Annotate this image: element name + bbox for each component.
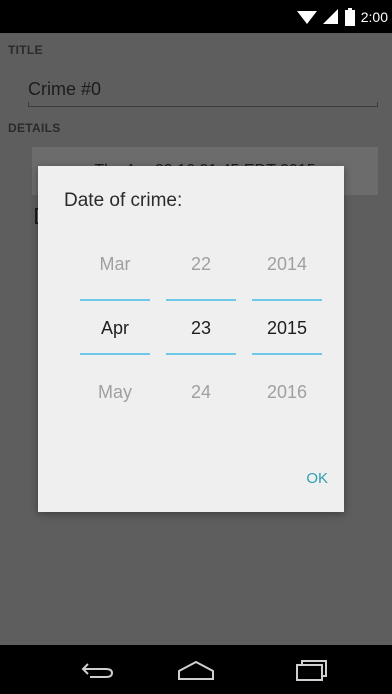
year-next-value[interactable]: 2016 <box>252 382 322 403</box>
back-icon[interactable] <box>58 645 138 694</box>
day-next-value[interactable]: 24 <box>166 382 236 403</box>
title-field-underline <box>28 102 378 107</box>
ok-button[interactable]: OK <box>300 468 334 489</box>
year-selected-value[interactable]: 2015 <box>252 318 322 339</box>
year-divider-top <box>252 299 322 301</box>
status-bar: 2:00 <box>0 0 392 33</box>
month-divider-bottom <box>80 353 150 355</box>
day-divider-top <box>166 299 236 301</box>
day-prev-value[interactable]: 22 <box>166 254 236 275</box>
status-time: 2:00 <box>360 8 388 25</box>
recents-icon[interactable] <box>272 645 352 694</box>
year-prev-value[interactable]: 2014 <box>252 254 322 275</box>
status-icons: 2:00 <box>296 0 392 33</box>
month-picker[interactable]: Mar Apr May <box>80 166 150 512</box>
navigation-bar <box>0 645 392 694</box>
wifi-icon <box>296 9 317 25</box>
month-selected-value[interactable]: Apr <box>80 318 150 339</box>
month-prev-value[interactable]: Mar <box>80 254 150 275</box>
day-picker[interactable]: 22 23 24 <box>166 166 236 512</box>
signal-icon <box>322 8 339 25</box>
year-divider-bottom <box>252 353 322 355</box>
day-selected-value[interactable]: 23 <box>166 318 236 339</box>
date-picker-dialog: Date of crime: Mar Apr May 22 23 24 2014… <box>38 166 344 512</box>
details-section-label: DETAILS <box>8 121 61 135</box>
battery-icon <box>344 7 355 26</box>
year-picker[interactable]: 2014 2015 2016 <box>252 166 322 512</box>
home-icon[interactable] <box>156 645 236 694</box>
title-section-label: TITLE <box>8 43 43 57</box>
month-next-value[interactable]: May <box>80 382 150 403</box>
day-divider-bottom <box>166 353 236 355</box>
month-divider-top <box>80 299 150 301</box>
crime-title-field[interactable]: Crime #0 <box>28 79 101 100</box>
